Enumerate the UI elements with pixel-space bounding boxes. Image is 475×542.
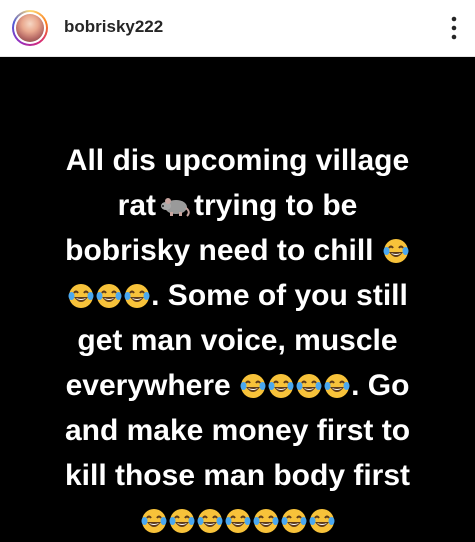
- tears-of-joy-icon: [324, 374, 350, 398]
- post-text-line-2: rat trying to be: [0, 188, 475, 224]
- post-emoji-row: [0, 503, 475, 539]
- avatar[interactable]: [12, 10, 48, 46]
- post-text-line-3: bobrisky need to chill: [0, 233, 475, 269]
- tears-of-joy-icon: [124, 284, 150, 308]
- post-text-line-1: All dis upcoming village: [0, 143, 475, 179]
- post-text-line-8: kill those man body first: [0, 458, 475, 494]
- post-text-line-4: . Some of you still: [0, 278, 475, 314]
- rat-icon: [160, 191, 190, 217]
- post-text: everywhere: [65, 369, 231, 402]
- tears-of-joy-icon: [169, 509, 194, 533]
- tears-of-joy-icon: [240, 374, 266, 398]
- more-options-icon[interactable]: [449, 14, 459, 42]
- post-text-line-5: get man voice, muscle: [0, 323, 475, 359]
- post-text-line-7: and make money first to: [0, 413, 475, 449]
- tears-of-joy-icon: [253, 509, 278, 533]
- post-text: trying to be: [194, 189, 358, 222]
- profile-photo: [16, 14, 44, 42]
- tears-of-joy-icon: [309, 509, 334, 533]
- tears-of-joy-icon: [197, 509, 222, 533]
- post-text: . Go: [351, 369, 410, 402]
- tears-of-joy-icon: [296, 374, 322, 398]
- tears-of-joy-icon: [383, 239, 409, 263]
- post-text: get man voice, muscle: [77, 324, 398, 357]
- post-text: kill those man body first: [64, 459, 411, 492]
- tears-of-joy-icon: [225, 509, 250, 533]
- tears-of-joy-icon: [68, 284, 94, 308]
- username-link[interactable]: bobrisky222: [64, 14, 163, 40]
- tears-of-joy-icon: [268, 374, 294, 398]
- post-text: . Some of you still: [151, 279, 408, 312]
- post-text: and make money first to: [64, 414, 411, 447]
- post-text: All dis upcoming village: [65, 144, 410, 177]
- post-header: bobrisky222: [0, 0, 475, 57]
- tears-of-joy-icon: [141, 509, 166, 533]
- post-image: All dis upcoming village rat trying to b…: [0, 57, 475, 542]
- tears-of-joy-icon: [96, 284, 122, 308]
- post-text-line-6: everywhere . Go: [0, 368, 475, 404]
- tears-of-joy-icon: [281, 509, 306, 533]
- post-text: bobrisky need to chill: [65, 234, 374, 267]
- post-text: rat: [117, 189, 156, 222]
